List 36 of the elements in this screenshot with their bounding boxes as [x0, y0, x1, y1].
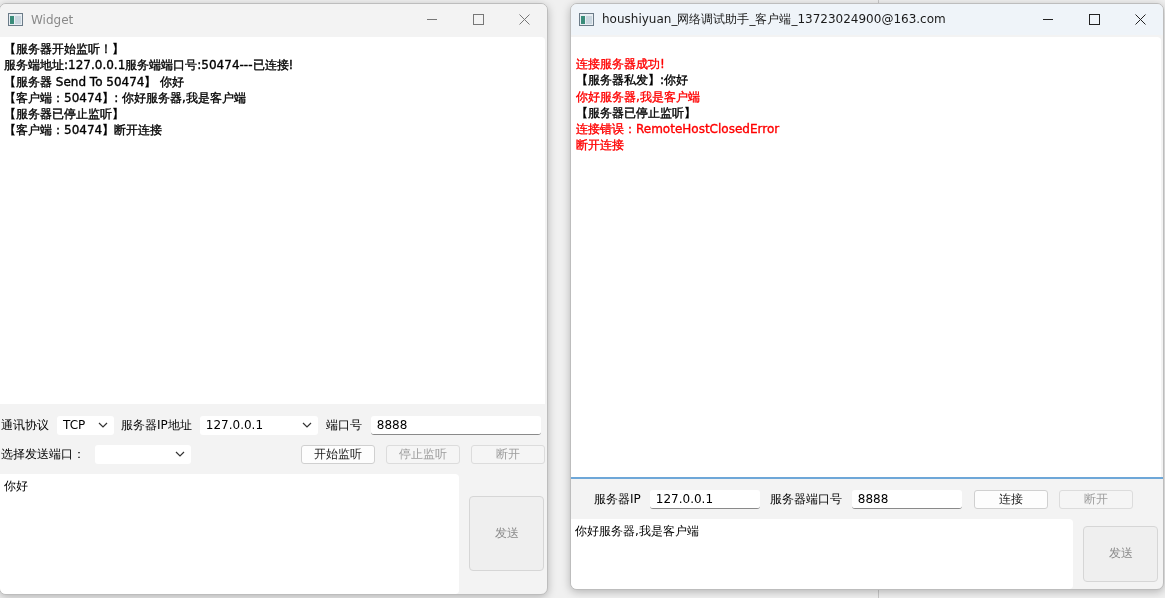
port-field[interactable]: 8888 [851, 489, 962, 509]
message-box[interactable]: 你好服务器,我是客户端 [571, 518, 1073, 589]
ip-select[interactable]: 127.0.0.1 [199, 415, 318, 435]
close-icon[interactable] [1134, 14, 1146, 25]
log-line: 【客户端：50474】断开连接 [4, 122, 163, 139]
port-label: 端口号 [325, 416, 362, 434]
log-line: 【服务器已停止监听】 [4, 106, 124, 123]
log-line: 连接服务器成功! [576, 56, 665, 73]
window-title: houshiyuan_网络调试助手_客户端_13723024900@163.com [602, 11, 947, 28]
log-line: 服务端地址:127.0.0.1服务端端口号:50474---已连接! [4, 57, 294, 74]
action-button[interactable]: 开始监听 [301, 444, 375, 464]
log-line: 连接错误：RemoteHostClosedError [576, 121, 780, 138]
log-line: 【服务器 Send To 50474】 你好 [4, 73, 185, 90]
ip-field[interactable]: 127.0.0.1 [649, 489, 760, 509]
port-label: 服务器端口号 [769, 490, 842, 508]
ip-label: 服务器IP [594, 490, 641, 508]
log-line: 【服务器已停止监听】 [576, 104, 696, 122]
app-icon [579, 13, 594, 26]
chevron-down-icon [98, 422, 108, 428]
log-line: 你好服务器,我是客户端 [576, 88, 700, 105]
log-line: 断开连接 [576, 137, 624, 154]
ip-label: 服务器IP地址 [121, 416, 192, 434]
chevron-down-icon [175, 451, 185, 457]
action-button[interactable]: 连接 [973, 489, 1048, 509]
port-field[interactable]: 8888 [370, 415, 541, 435]
window-title: Widget [31, 12, 75, 27]
log-line: 【服务器私发】:你好 [576, 72, 689, 89]
app-icon [8, 13, 23, 26]
message-box[interactable]: 你好 [0, 473, 459, 594]
protocol-label: 通讯协议 [1, 416, 49, 434]
chevron-down-icon [301, 422, 312, 428]
protocol-select[interactable]: TCP [57, 415, 114, 435]
maximize-icon[interactable] [1088, 14, 1100, 25]
log-line: 【服务器开始监听！】 [4, 41, 124, 58]
send-port-label: 选择发送端口： [1, 445, 85, 463]
log-line: 【客户端：50474】: 你好服务器,我是客户端 [4, 89, 246, 107]
